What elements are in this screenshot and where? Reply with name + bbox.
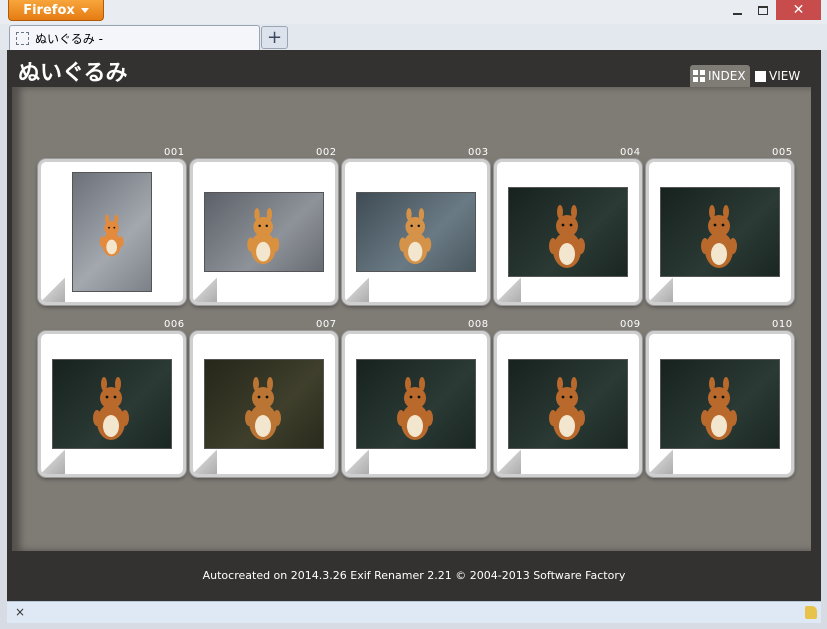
thumbnail-number: 006 (164, 319, 185, 330)
maximize-button[interactable] (750, 0, 776, 20)
thumbnail-card[interactable] (342, 159, 490, 305)
page-curl-icon (497, 450, 521, 474)
tab-title: ぬいぐるみ - (35, 31, 103, 46)
thumbnail-card[interactable] (646, 159, 794, 305)
thumbnail-card[interactable] (494, 331, 642, 477)
thumbnail-photo[interactable] (204, 359, 324, 449)
page-curl-icon (497, 278, 521, 302)
nav-index-label: INDEX (708, 69, 746, 83)
minimize-icon (732, 13, 742, 15)
page-favicon-icon (16, 31, 29, 45)
page-curl-icon (193, 450, 217, 474)
nav-view-label: VIEW (769, 69, 801, 83)
page-curl-icon (193, 278, 217, 302)
thumbnail-number: 004 (620, 147, 641, 158)
thumbnail-gallery: 001 002 003 004 005 006 007 008 009 010 (12, 87, 811, 551)
thumbnail-photo[interactable] (52, 359, 172, 449)
page-curl-icon (41, 450, 65, 474)
thumbnail-photo[interactable] (204, 192, 324, 272)
thumbnail-number: 001 (164, 147, 185, 158)
page-curl-icon (649, 450, 673, 474)
thumbnail-number: 008 (468, 319, 489, 330)
page-title: ぬいぐるみ (18, 61, 128, 86)
addon-bar: × (7, 601, 821, 623)
firefox-menu-button[interactable]: Firefox (8, 0, 104, 21)
page-curl-icon (345, 278, 369, 302)
maximize-icon (758, 5, 768, 15)
thumbnail-card[interactable] (38, 331, 186, 477)
close-window-button[interactable]: ✕ (776, 0, 821, 20)
page-content: ぬいぐるみ INDEX VIEW 001 002 003 004 005 006 007 00… (7, 50, 821, 601)
thumbnail-photo[interactable] (356, 192, 476, 272)
thumbnail-number: 003 (468, 147, 489, 158)
thumbnail-number: 002 (316, 147, 337, 158)
footer-credit: Autocreated on 2014.3.26 Exif Renamer 2.… (202, 568, 626, 582)
browser-tab[interactable]: ぬいぐるみ - (9, 25, 260, 50)
thumbnail-card[interactable] (190, 331, 338, 477)
firefox-menu-label: Firefox (23, 2, 75, 18)
page-header: ぬいぐるみ INDEX VIEW (7, 50, 821, 87)
title-bar: Firefox ✕ (0, 0, 827, 24)
thumbnail-number: 007 (316, 319, 337, 330)
nav-index-link[interactable]: INDEX (690, 65, 750, 87)
grid-icon (693, 70, 705, 82)
page-curl-icon (41, 278, 65, 302)
thumbnail-card[interactable] (494, 159, 642, 305)
thumbnail-number: 010 (772, 319, 793, 330)
page-footer: Autocreated on 2014.3.26 Exif Renamer 2.… (7, 551, 821, 601)
thumbnail-photo[interactable] (356, 359, 476, 449)
new-tab-button[interactable]: + (261, 26, 288, 49)
thumbnail-photo[interactable] (508, 359, 628, 449)
thumbnail-photo[interactable] (508, 187, 628, 277)
thumbnail-photo[interactable] (660, 359, 780, 449)
thumbnail-card[interactable] (38, 159, 186, 305)
nav-view-link[interactable]: VIEW (755, 65, 800, 87)
thumbnail-photo[interactable] (72, 172, 152, 292)
thumbnail-card[interactable] (646, 331, 794, 477)
close-addon-bar-button[interactable]: × (15, 605, 25, 619)
thumbnail-card[interactable] (190, 159, 338, 305)
page-curl-icon (649, 278, 673, 302)
close-icon: ✕ (792, 2, 805, 18)
thumbnail-card[interactable] (342, 331, 490, 477)
chevron-down-icon (80, 7, 89, 13)
plus-icon: + (266, 27, 283, 48)
minimize-button[interactable] (724, 0, 750, 20)
square-icon (755, 70, 766, 82)
thumbnail-photo[interactable] (660, 187, 780, 277)
addon-icon[interactable] (805, 606, 817, 619)
thumbnail-number: 009 (620, 319, 641, 330)
thumbnail-number: 005 (772, 147, 793, 158)
tab-strip: ぬいぐるみ - + (0, 24, 827, 50)
page-curl-icon (345, 450, 369, 474)
